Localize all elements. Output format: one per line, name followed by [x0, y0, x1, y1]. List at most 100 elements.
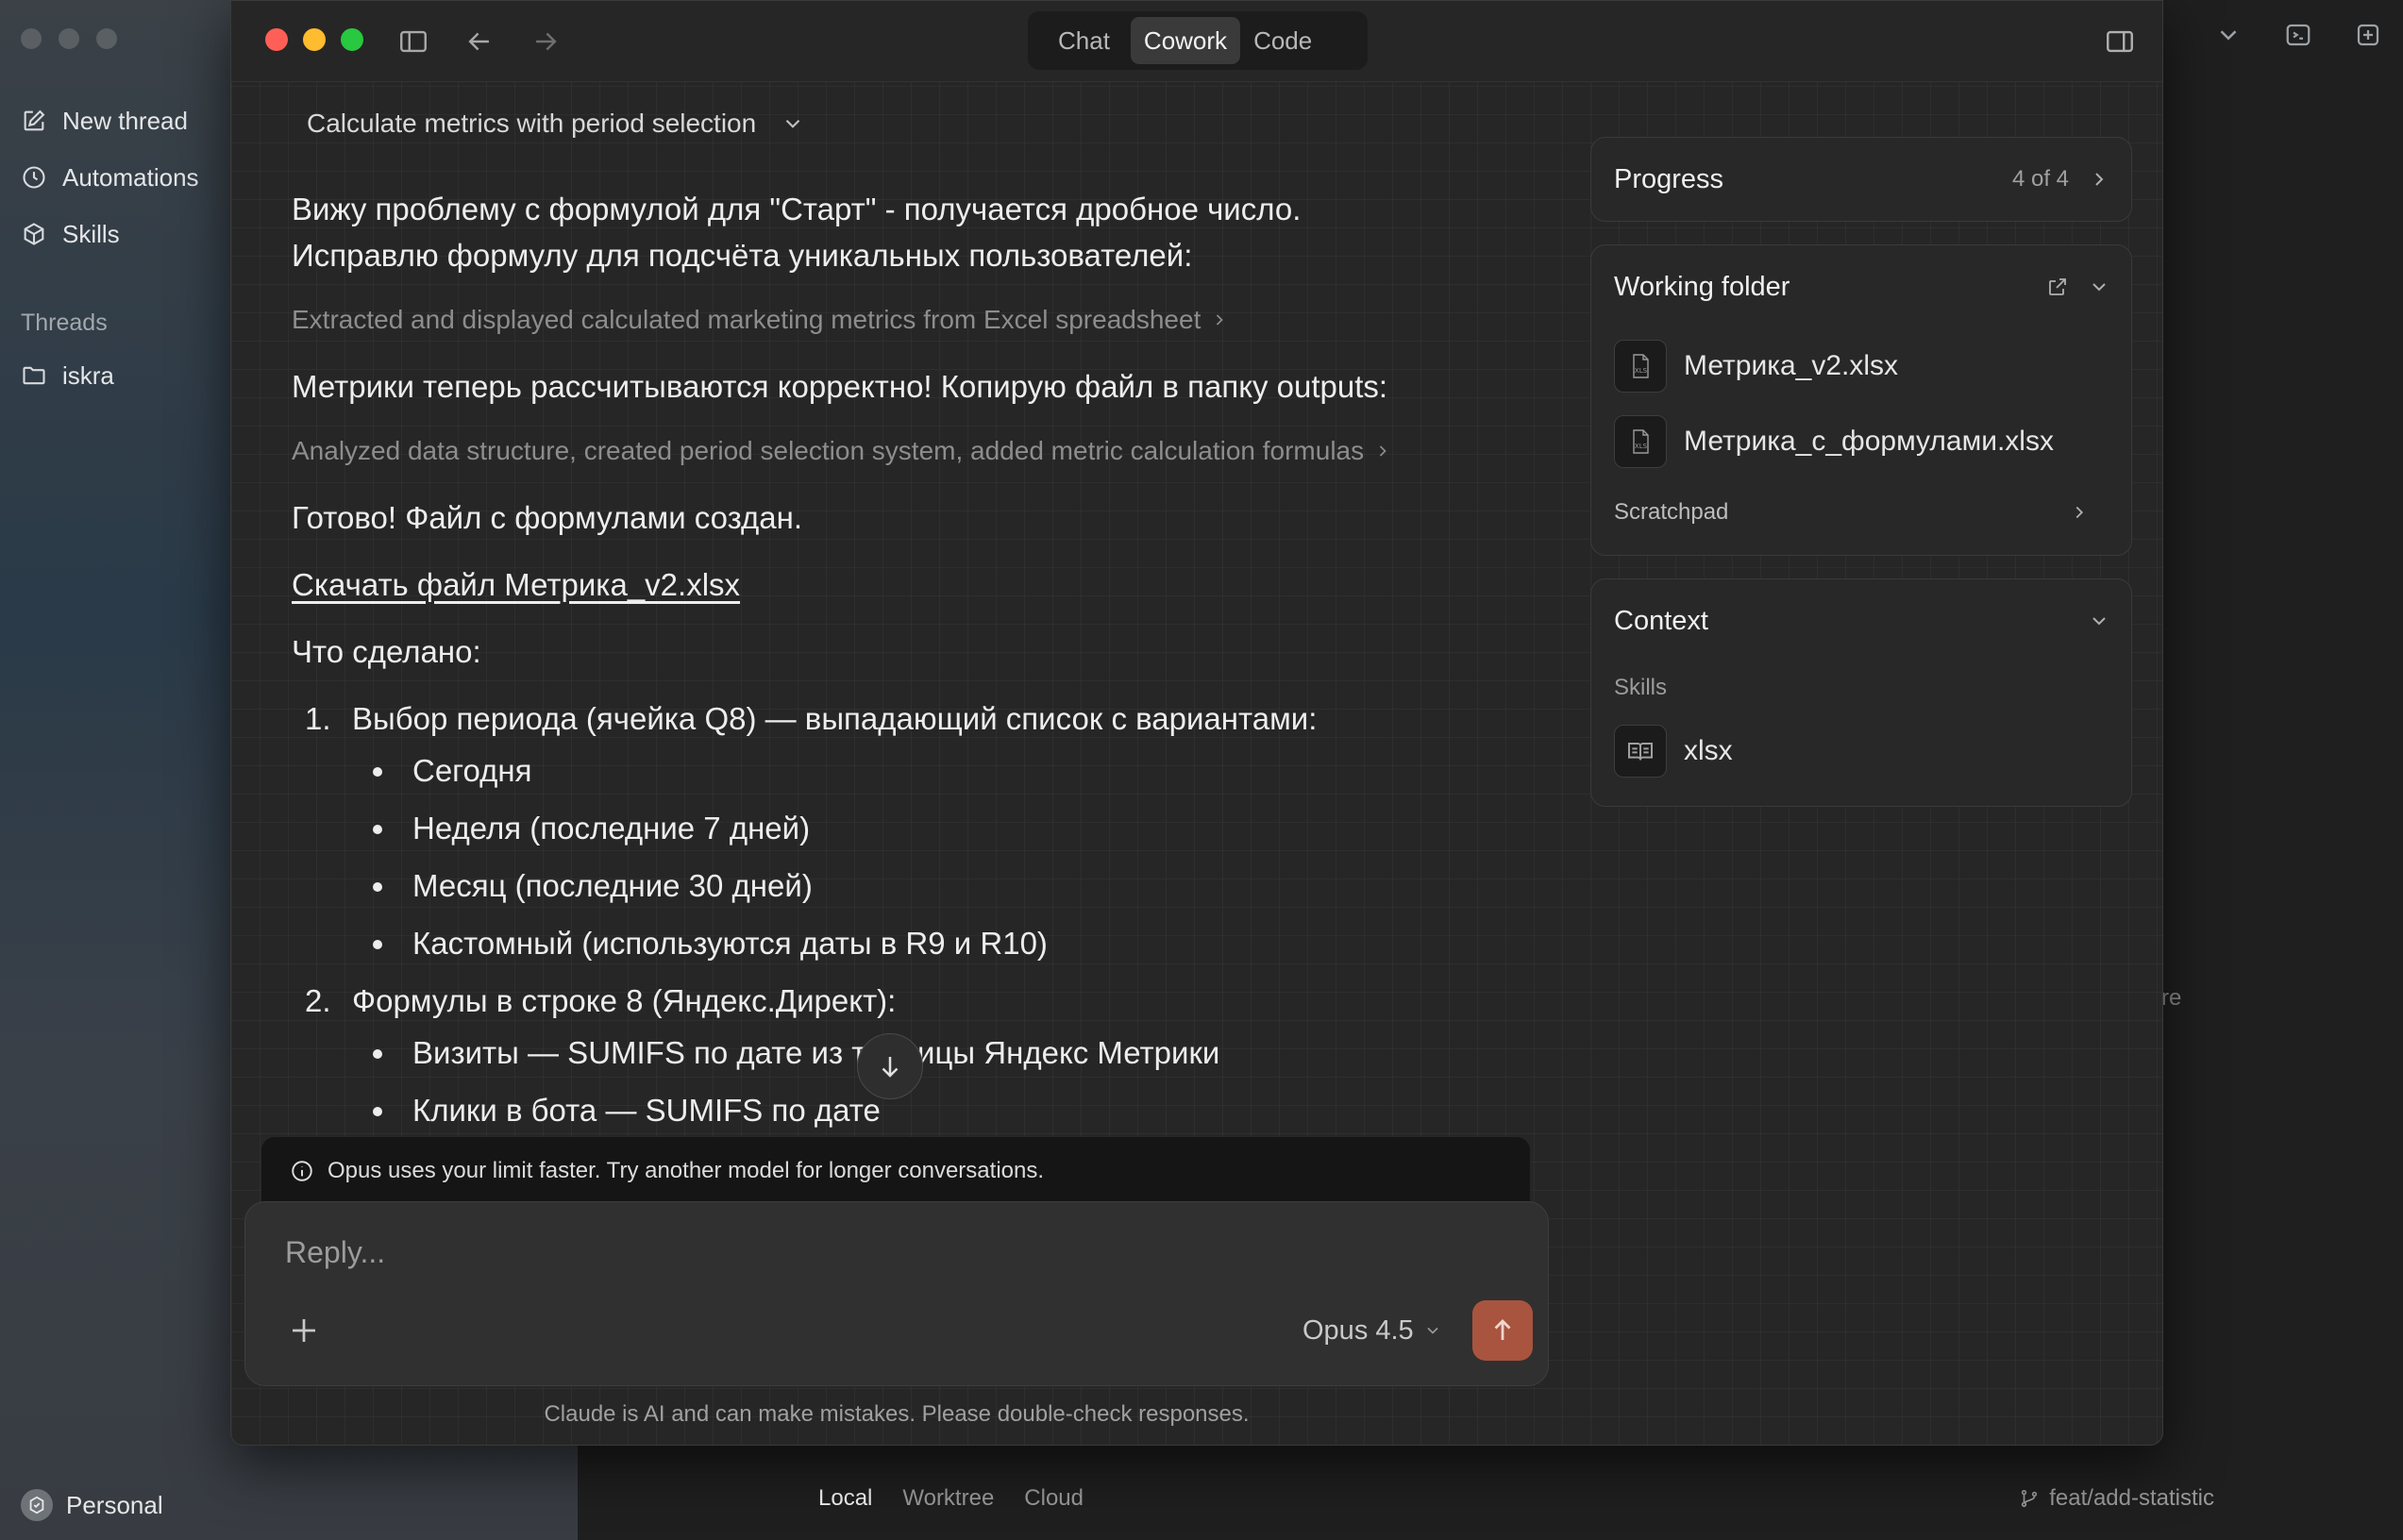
titlebar-nav: [397, 25, 562, 58]
info-icon: [292, 1161, 312, 1181]
sidebar-item-label: iskra: [62, 360, 114, 390]
account-switcher[interactable]: Personal: [21, 1489, 163, 1521]
forward-arrow-icon[interactable]: [529, 25, 562, 58]
working-folder-header: Working folder: [1591, 245, 2131, 328]
chevron-down-icon[interactable]: [2214, 21, 2243, 49]
thread-title: Calculate metrics with period selection: [307, 109, 757, 138]
message-text: Готово! Файл с формулами создан.: [292, 500, 803, 535]
thread-title-dropdown[interactable]: Calculate metrics with period selection: [307, 109, 805, 139]
book-icon: [1614, 725, 1667, 778]
right-panel-toggle-icon[interactable]: [2104, 25, 2136, 58]
account-icon: [29, 1496, 44, 1515]
list-item: 1. Выбор периода (ячейка Q8) — выпадающи…: [292, 695, 1547, 966]
working-folder-label: Working folder: [1614, 271, 1790, 302]
mode-switcher: Chat Cowork Code: [1028, 11, 1368, 70]
sidebar-item-new-thread[interactable]: New thread: [21, 92, 228, 149]
tab-cloud[interactable]: Cloud: [1024, 1485, 1084, 1512]
add-attachment-icon[interactable]: [287, 1314, 321, 1348]
titlebar: Chat Cowork Code: [231, 1, 2162, 82]
tool-step-summary[interactable]: Analyzed data structure, created period …: [292, 430, 1547, 472]
tab-code[interactable]: Code: [1240, 17, 1325, 64]
open-external-icon[interactable]: [2046, 276, 2069, 298]
close-button[interactable]: [265, 28, 288, 51]
sidebar-item-skills[interactable]: Skills: [21, 206, 228, 262]
sub-list-item: Визиты — SUMIFS по дате из таблицы Яндек…: [337, 1029, 1547, 1076]
window-controls: [265, 28, 363, 51]
context-panel: Context Skills xlsx: [1590, 578, 2132, 807]
branch-name: feat/add-statistic: [2049, 1485, 2214, 1511]
avatar: [21, 1489, 53, 1521]
tab-cowork[interactable]: Cowork: [1130, 17, 1241, 64]
scratchpad-row[interactable]: Scratchpad: [1591, 479, 2131, 545]
cowork-window: Chat Cowork Code Calculate metrics with …: [230, 0, 2163, 1446]
reply-input[interactable]: [285, 1229, 1418, 1276]
assistant-message: Вижу проблему с формулой для "Старт" - п…: [292, 186, 1547, 278]
progress-count: 4 of 4: [2011, 166, 2069, 192]
sub-list-item: Неделя (последние 7 дней): [337, 805, 1547, 851]
minimize-button[interactable]: [303, 28, 326, 51]
sidebar-item-automations[interactable]: Automations: [21, 149, 228, 206]
sidebar-item-label: Automations: [62, 162, 199, 192]
background-toolbar: [2214, 21, 2382, 49]
threads-heading: Threads: [21, 309, 108, 336]
skills-heading: Skills: [1614, 675, 1668, 700]
list-text: Выбор периода (ячейка Q8) — выпадающий с…: [352, 701, 1318, 736]
folder-icon: [23, 366, 45, 385]
scroll-to-bottom-button[interactable]: [857, 1033, 923, 1099]
message-text: Вижу проблему с формулой для "Старт" - п…: [292, 192, 1302, 226]
sub-list: Сегодня Неделя (последние 7 дней) Месяц …: [352, 747, 1547, 966]
message-text: Метрики теперь рассчитываются корректно!…: [292, 369, 1388, 404]
sub-list: Визиты — SUMIFS по дате из таблицы Яндек…: [352, 1029, 1547, 1133]
notice-text: Opus uses your limit faster. Try another…: [328, 1158, 1045, 1183]
tab-chat[interactable]: Chat: [1033, 17, 1131, 64]
terminal-icon[interactable]: [2284, 21, 2312, 49]
disclaimer: Claude is AI and can make mistakes. Plea…: [544, 1401, 1250, 1427]
account-label: Personal: [66, 1490, 163, 1519]
list-number: 1.: [305, 701, 331, 736]
progress-label: Progress: [1614, 163, 1724, 194]
close-dot[interactable]: [21, 28, 42, 49]
background-bottom-bar: Local Worktree Cloud feat/add-statistic: [578, 1457, 2403, 1540]
sub-list-item: Сегодня: [337, 747, 1547, 794]
chevron-down-icon: [2092, 617, 2106, 626]
arrow-down-icon: [882, 1057, 899, 1078]
progress-panel[interactable]: Progress 4 of 4: [1590, 137, 2132, 222]
minimize-dot[interactable]: [59, 28, 79, 49]
list-text: Формулы в строке 8 (Яндекс.Директ):: [352, 983, 897, 1018]
compose-icon: [24, 109, 45, 131]
new-tab-icon[interactable]: [2354, 21, 2382, 49]
tool-step-summary[interactable]: Extracted and displayed calculated marke…: [292, 299, 1547, 341]
tab-local[interactable]: Local: [818, 1485, 872, 1512]
skill-item[interactable]: xlsx: [1591, 713, 2131, 789]
file-icon-label: XLS: [1635, 443, 1648, 450]
back-arrow-icon[interactable]: [463, 25, 496, 58]
list-number: 2.: [305, 983, 331, 1018]
file-item[interactable]: XLS Метрика_v2.xlsx: [1591, 328, 2131, 404]
sub-list-item: Месяц (последние 30 дней): [337, 862, 1547, 909]
model-limit-notice: Opus uses your limit faster. Try another…: [261, 1137, 1530, 1205]
context-header[interactable]: Context: [1591, 579, 2131, 662]
download-link[interactable]: Скачать файл Метрика_v2.xlsx: [292, 567, 740, 602]
xls-file-icon: XLS: [1614, 340, 1667, 393]
environment-tabs: Local Worktree Cloud: [818, 1485, 1084, 1512]
background-window-controls: [21, 28, 117, 49]
branch-selector[interactable]: feat/add-statistic: [2019, 1485, 2214, 1512]
send-button[interactable]: [1472, 1300, 1533, 1361]
zoom-button[interactable]: [341, 28, 363, 51]
message-text: Что сделано:: [292, 634, 481, 669]
sidebar-item-thread-iskra[interactable]: iskra: [21, 347, 228, 404]
arrow-up-icon: [1494, 1319, 1511, 1340]
tab-worktree[interactable]: Worktree: [902, 1485, 994, 1512]
chevron-right-icon: [1380, 445, 1386, 457]
chevron-down-icon[interactable]: [2088, 276, 2110, 298]
model-selector[interactable]: Opus 4.5: [1302, 1308, 1442, 1353]
sub-list-item: Кастомный (используются даты в R9 и R10): [337, 920, 1547, 966]
step-text: Analyzed data structure, created period …: [292, 436, 1365, 465]
file-item[interactable]: XLS Метрика_с_формулами.xlsx: [1591, 404, 2131, 479]
skill-name: xlsx: [1684, 735, 1733, 766]
conversation: Вижу проблему с формулой для "Старт" - п…: [292, 186, 1547, 1139]
composer: Opus 4.5: [244, 1201, 1549, 1386]
chevron-right-icon: [2095, 173, 2104, 186]
sidebar-toggle-icon[interactable]: [397, 25, 429, 58]
zoom-dot[interactable]: [96, 28, 117, 49]
